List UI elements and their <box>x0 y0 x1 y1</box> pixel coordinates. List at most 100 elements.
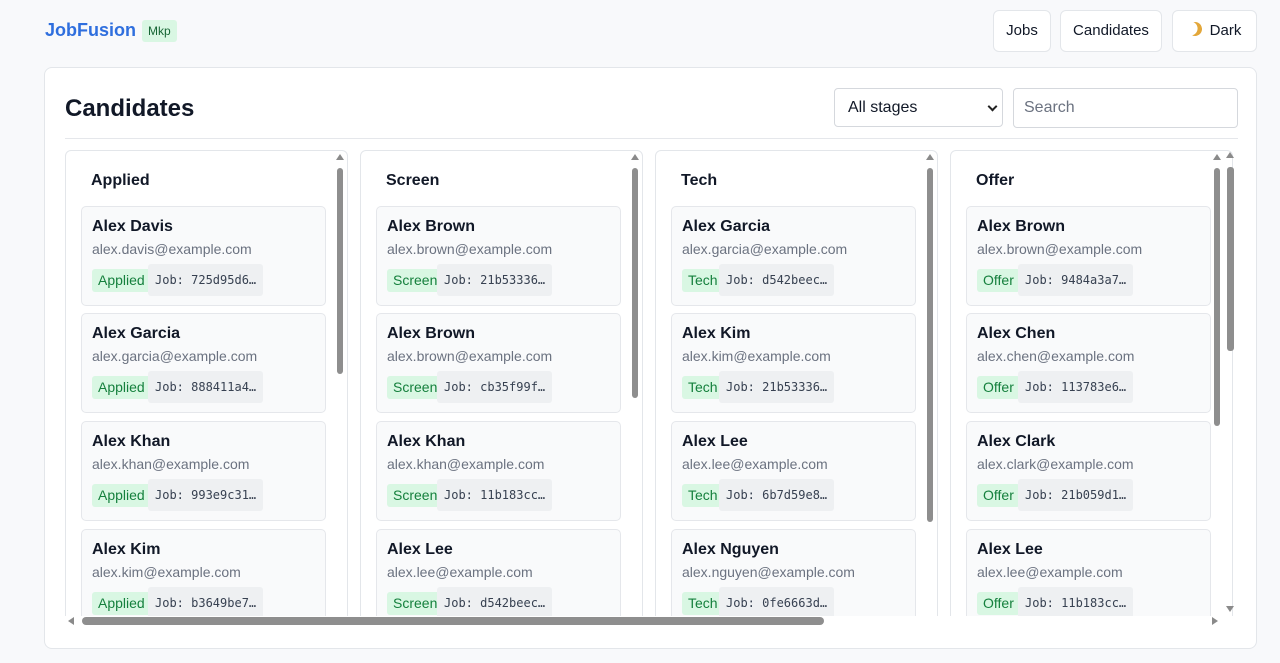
candidate-name: Alex Brown <box>387 325 476 342</box>
column-title: Applied <box>91 172 150 189</box>
stage-badge: Tech <box>682 269 724 292</box>
column-scrollbar[interactable] <box>925 154 935 614</box>
column-title: Screen <box>386 172 440 189</box>
candidate-card[interactable]: Alex Davis alex.davis@example.com Applie… <box>81 206 326 306</box>
scrollbar-thumb[interactable] <box>927 168 933 522</box>
job-chip: Job: d542beec… <box>719 264 835 296</box>
title-divider <box>65 138 1238 139</box>
job-chip: Job: 21b53336… <box>437 264 553 296</box>
scrollbar-thumb[interactable] <box>1214 168 1220 426</box>
job-chip: Job: cb35f99f… <box>437 371 553 403</box>
board-horizontal-scrollbar[interactable] <box>65 616 1238 628</box>
candidate-name: Alex Clark <box>977 433 1056 450</box>
brand-logo[interactable]: JobFusion <box>45 20 136 41</box>
dark-mode-toggle[interactable]: Dark <box>1172 10 1257 52</box>
candidate-email: alex.khan@example.com <box>92 456 250 472</box>
stage-badge: Applied <box>92 269 151 292</box>
candidate-card[interactable]: Alex Nguyen alex.nguyen@example.com Tech… <box>671 529 916 616</box>
candidate-card[interactable]: Alex Brown alex.brown@example.com Offer … <box>966 206 1211 306</box>
candidate-email: alex.kim@example.com <box>682 348 831 364</box>
candidate-name: Alex Brown <box>387 218 476 235</box>
candidate-name: Alex Lee <box>682 433 748 450</box>
candidate-name: Alex Kim <box>682 325 751 342</box>
candidate-card[interactable]: Alex Lee alex.lee@example.com Offer Job:… <box>966 529 1211 616</box>
candidate-name: Alex Chen <box>977 325 1056 342</box>
job-chip: Job: 21b53336… <box>719 371 835 403</box>
column-scrollbar[interactable] <box>630 154 640 614</box>
column-title: Offer <box>976 172 1015 189</box>
candidate-card[interactable]: Alex Kim alex.kim@example.com Applied Jo… <box>81 529 326 616</box>
stage-badge: Applied <box>92 484 151 507</box>
stage-badge: Applied <box>92 592 151 615</box>
stage-badge: Screen <box>387 592 444 615</box>
candidate-name: Alex Lee <box>977 541 1043 558</box>
candidate-email: alex.chen@example.com <box>977 348 1135 364</box>
scroll-down-arrow-icon[interactable] <box>1226 606 1234 612</box>
scroll-up-arrow-icon[interactable] <box>336 154 344 160</box>
stage-badge: Screen <box>387 376 444 399</box>
column-applied: Applied Alex Davis alex.davis@example.co… <box>65 150 348 616</box>
column-scrollbar[interactable] <box>335 154 345 614</box>
column-scrollbar[interactable] <box>1212 154 1222 614</box>
candidate-name: Alex Brown <box>977 218 1066 235</box>
stage-badge: Offer <box>977 592 1020 615</box>
job-chip: Job: 21b059d1… <box>1018 479 1134 511</box>
candidate-card[interactable]: Alex Lee alex.lee@example.com Tech Job: … <box>671 421 916 521</box>
search-input[interactable] <box>1013 88 1238 128</box>
scrollbar-thumb[interactable] <box>1227 167 1234 351</box>
stage-filter-value: All stages <box>848 99 918 116</box>
candidate-card[interactable]: Alex Brown alex.brown@example.com Screen… <box>376 313 621 413</box>
scroll-right-arrow-icon[interactable] <box>1212 617 1218 625</box>
scrollbar-thumb[interactable] <box>337 168 343 374</box>
candidate-card[interactable]: Alex Kim alex.kim@example.com Tech Job: … <box>671 313 916 413</box>
candidate-email: alex.davis@example.com <box>92 241 252 257</box>
candidate-email: alex.brown@example.com <box>387 241 553 257</box>
stage-badge: Screen <box>387 269 444 292</box>
board-vertical-scrollbar[interactable] <box>1226 152 1236 612</box>
candidate-card[interactable]: Alex Chen alex.chen@example.com Offer Jo… <box>966 313 1211 413</box>
job-chip: Job: 888411a4… <box>148 371 264 403</box>
page-title: Candidates <box>65 95 195 122</box>
candidate-card[interactable]: Alex Khan alex.khan@example.com Screen J… <box>376 421 621 521</box>
scroll-left-arrow-icon[interactable] <box>68 617 74 625</box>
candidate-card[interactable]: Alex Lee alex.lee@example.com Screen Job… <box>376 529 621 616</box>
candidate-email: alex.clark@example.com <box>977 456 1134 472</box>
scroll-up-arrow-icon[interactable] <box>1213 154 1221 160</box>
candidate-name: Alex Garcia <box>682 218 771 235</box>
stage-badge: Applied <box>92 376 151 399</box>
candidates-panel: Candidates All stages Applied Alex Davis… <box>44 67 1257 649</box>
job-chip: Job: 725d95d6… <box>148 264 264 296</box>
stage-badge: Offer <box>977 484 1020 507</box>
jobs-nav-button[interactable]: Jobs <box>993 10 1051 52</box>
moon-icon <box>1186 20 1204 38</box>
scrollbar-thumb[interactable] <box>82 617 824 625</box>
stage-badge: Screen <box>387 484 444 507</box>
kanban-board: Applied Alex Davis alex.davis@example.co… <box>65 150 1238 616</box>
job-chip: Job: 113783e6… <box>1018 371 1134 403</box>
scroll-up-arrow-icon[interactable] <box>926 154 934 160</box>
candidate-email: alex.kim@example.com <box>92 564 241 580</box>
candidate-email: alex.nguyen@example.com <box>682 564 855 580</box>
candidate-email: alex.lee@example.com <box>387 564 533 580</box>
stage-badge: Tech <box>682 592 724 615</box>
candidates-nav-button[interactable]: Candidates <box>1060 10 1162 52</box>
candidate-email: alex.khan@example.com <box>387 456 545 472</box>
job-chip: Job: 6b7d59e8… <box>719 479 835 511</box>
job-chip: Job: 9484a3a7… <box>1018 264 1134 296</box>
job-chip: Job: 993e9c31… <box>148 479 264 511</box>
candidate-email: alex.garcia@example.com <box>682 241 848 257</box>
job-chip: Job: 11b183cc… <box>437 479 553 511</box>
candidate-name: Alex Garcia <box>92 325 181 342</box>
candidate-card[interactable]: Alex Clark alex.clark@example.com Offer … <box>966 421 1211 521</box>
candidate-card[interactable]: Alex Khan alex.khan@example.com Applied … <box>81 421 326 521</box>
scroll-up-arrow-icon[interactable] <box>1226 152 1234 158</box>
candidate-card[interactable]: Alex Garcia alex.garcia@example.com Appl… <box>81 313 326 413</box>
candidate-card[interactable]: Alex Garcia alex.garcia@example.com Tech… <box>671 206 916 306</box>
dark-mode-label: Dark <box>1209 22 1242 39</box>
candidate-card[interactable]: Alex Brown alex.brown@example.com Screen… <box>376 206 621 306</box>
job-chip: Job: d542beec… <box>437 587 553 616</box>
scroll-up-arrow-icon[interactable] <box>631 154 639 160</box>
scrollbar-thumb[interactable] <box>632 168 638 398</box>
candidate-name: Alex Lee <box>387 541 453 558</box>
stage-filter-select[interactable]: All stages <box>834 88 1003 127</box>
